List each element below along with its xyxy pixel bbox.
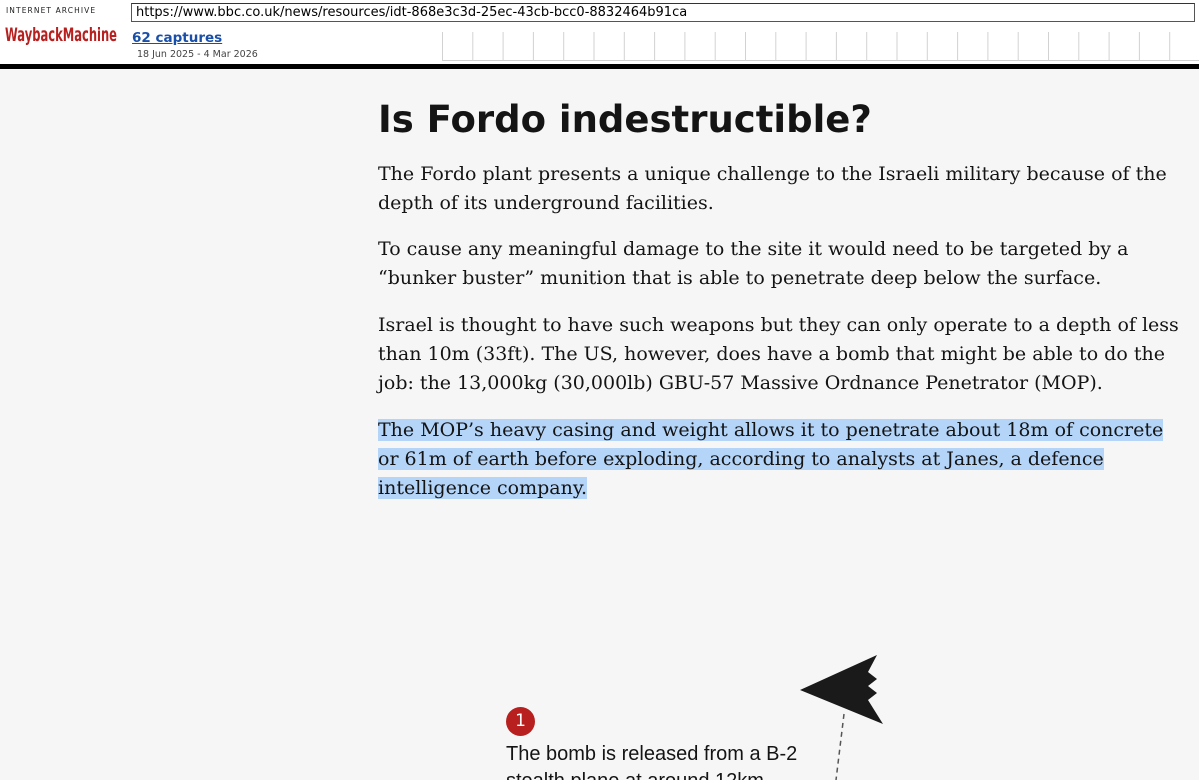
step-number-badge: 1 [506, 707, 535, 736]
paragraph-line: The Fordo plant presents a unique challe… [378, 163, 1167, 185]
step-caption-line: The bomb is released from a B-2 [506, 743, 798, 765]
wayback-machine-logo[interactable]: WaybackMachine [5, 17, 118, 47]
wayback-toolbar: INTERNET ARCHIVE WaybackMachine https://… [0, 0, 1199, 64]
b2-stealth-bomber-icon [800, 655, 883, 780]
capture-date-range: 18 Jun 2025 - 4 Mar 2026 [137, 49, 258, 60]
paragraph-line: depth of its underground facilities. [378, 192, 714, 214]
internet-archive-label: INTERNET ARCHIVE [6, 6, 97, 15]
article-paragraph: Israel is thought to have such weapons b… [378, 311, 1179, 398]
article-paragraph: To cause any meaningful damage to the si… [378, 235, 1178, 293]
paragraph-line: To cause any meaningful damage to the si… [378, 238, 1129, 260]
article-paragraph: The Fordo plant presents a unique challe… [378, 160, 1178, 218]
paragraph-line: than 10m (33ft). The US, however, does h… [378, 343, 1165, 365]
step-caption: The bomb is released from a B-2 stealth … [506, 741, 797, 780]
capture-sparkline[interactable] [442, 32, 1199, 61]
paragraph-line: “bunker buster” munition that is able to… [378, 267, 1102, 289]
selected-paragraph: The MOP’s heavy casing and weight allows… [378, 416, 1178, 503]
selected-line: or 61m of earth before exploding, accord… [378, 448, 1104, 470]
wayback-url-input[interactable]: https://www.bbc.co.uk/news/resources/idt… [131, 3, 1195, 22]
selected-line: The MOP’s heavy casing and weight allows… [378, 419, 1164, 441]
selected-line: intelligence company. [378, 477, 588, 499]
captures-link[interactable]: 62 captures [132, 30, 222, 46]
paragraph-line: job: the 13,000kg (30,000lb) GBU-57 Mass… [378, 372, 1103, 394]
wayback-logo-text: WaybackMachine [5, 24, 117, 46]
section-heading: Is Fordo indestructible? [378, 98, 872, 141]
toolbar-divider [0, 64, 1199, 69]
paragraph-line: Israel is thought to have such weapons b… [378, 314, 1179, 336]
step-caption-line: stealth plane at around 12km [506, 768, 797, 780]
